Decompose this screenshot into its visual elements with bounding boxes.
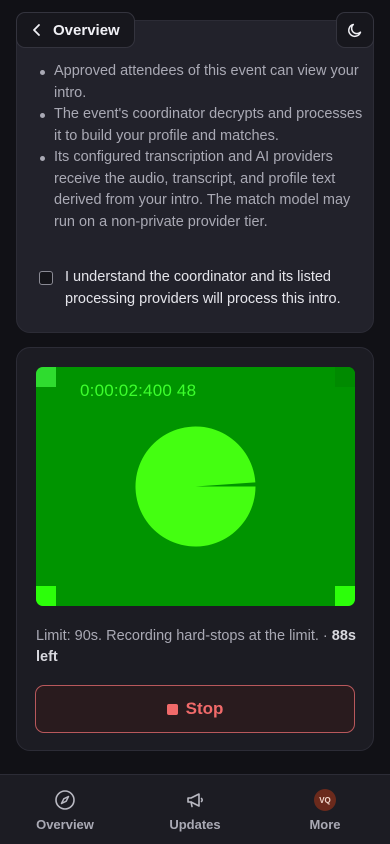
camera-preview: 0:00:02:400 48 [36, 367, 355, 606]
consent-list: Approved attendees of this event can vie… [40, 61, 364, 233]
consent-checkbox[interactable] [39, 271, 53, 285]
top-bar: Overview [0, 0, 390, 60]
consent-item: The event's coordinator decrypts and pro… [40, 104, 364, 147]
preview-corner-marker [36, 586, 56, 606]
preview-corner-marker [335, 367, 355, 387]
compass-icon [55, 790, 75, 810]
theme-toggle-button[interactable] [336, 12, 374, 48]
recording-progress-fill [135, 426, 256, 547]
nav-item-label: Updates [169, 817, 221, 832]
consent-card: Approved attendees of this event can vie… [16, 20, 374, 333]
consent-item: Its configured transcription and AI prov… [40, 147, 364, 233]
preview-corner-marker [36, 367, 56, 387]
nav-item-more[interactable]: VQ More [270, 775, 380, 832]
recording-limit-text: Limit: 90s. Recording hard-stops at the … [36, 626, 356, 668]
recording-timecode: 0:00:02:400 48 [80, 381, 197, 400]
nav-item-label: Overview [36, 817, 94, 832]
stop-button[interactable]: Stop [35, 685, 355, 733]
preview-corner-marker [335, 586, 355, 606]
stop-button-label: Stop [185, 699, 224, 718]
consent-checkbox-row[interactable]: I understand the coordinator and its lis… [39, 267, 349, 310]
recorder-card: 0:00:02:400 48 Limit: 90s. Recording har… [16, 347, 374, 751]
megaphone-icon [187, 793, 203, 808]
avatar: VQ [314, 789, 336, 811]
nav-item-updates[interactable]: Updates [140, 775, 250, 832]
nav-item-overview[interactable]: Overview [10, 775, 120, 832]
stop-icon [166, 703, 178, 715]
nav-item-label: More [309, 817, 341, 832]
back-button-label: Overview [53, 21, 120, 39]
recording-progress-pie [135, 426, 256, 547]
consent-item: Approved attendees of this event can vie… [40, 61, 364, 104]
chevron-left-icon [33, 24, 40, 36]
back-button[interactable]: Overview [16, 12, 135, 48]
bottom-nav: Overview Updates VQ More [0, 774, 390, 844]
limit-description: Limit: 90s. Recording hard-stops at the … [36, 628, 328, 644]
moon-icon [348, 23, 362, 38]
consent-checkbox-label: I understand the coordinator and its lis… [65, 269, 341, 307]
